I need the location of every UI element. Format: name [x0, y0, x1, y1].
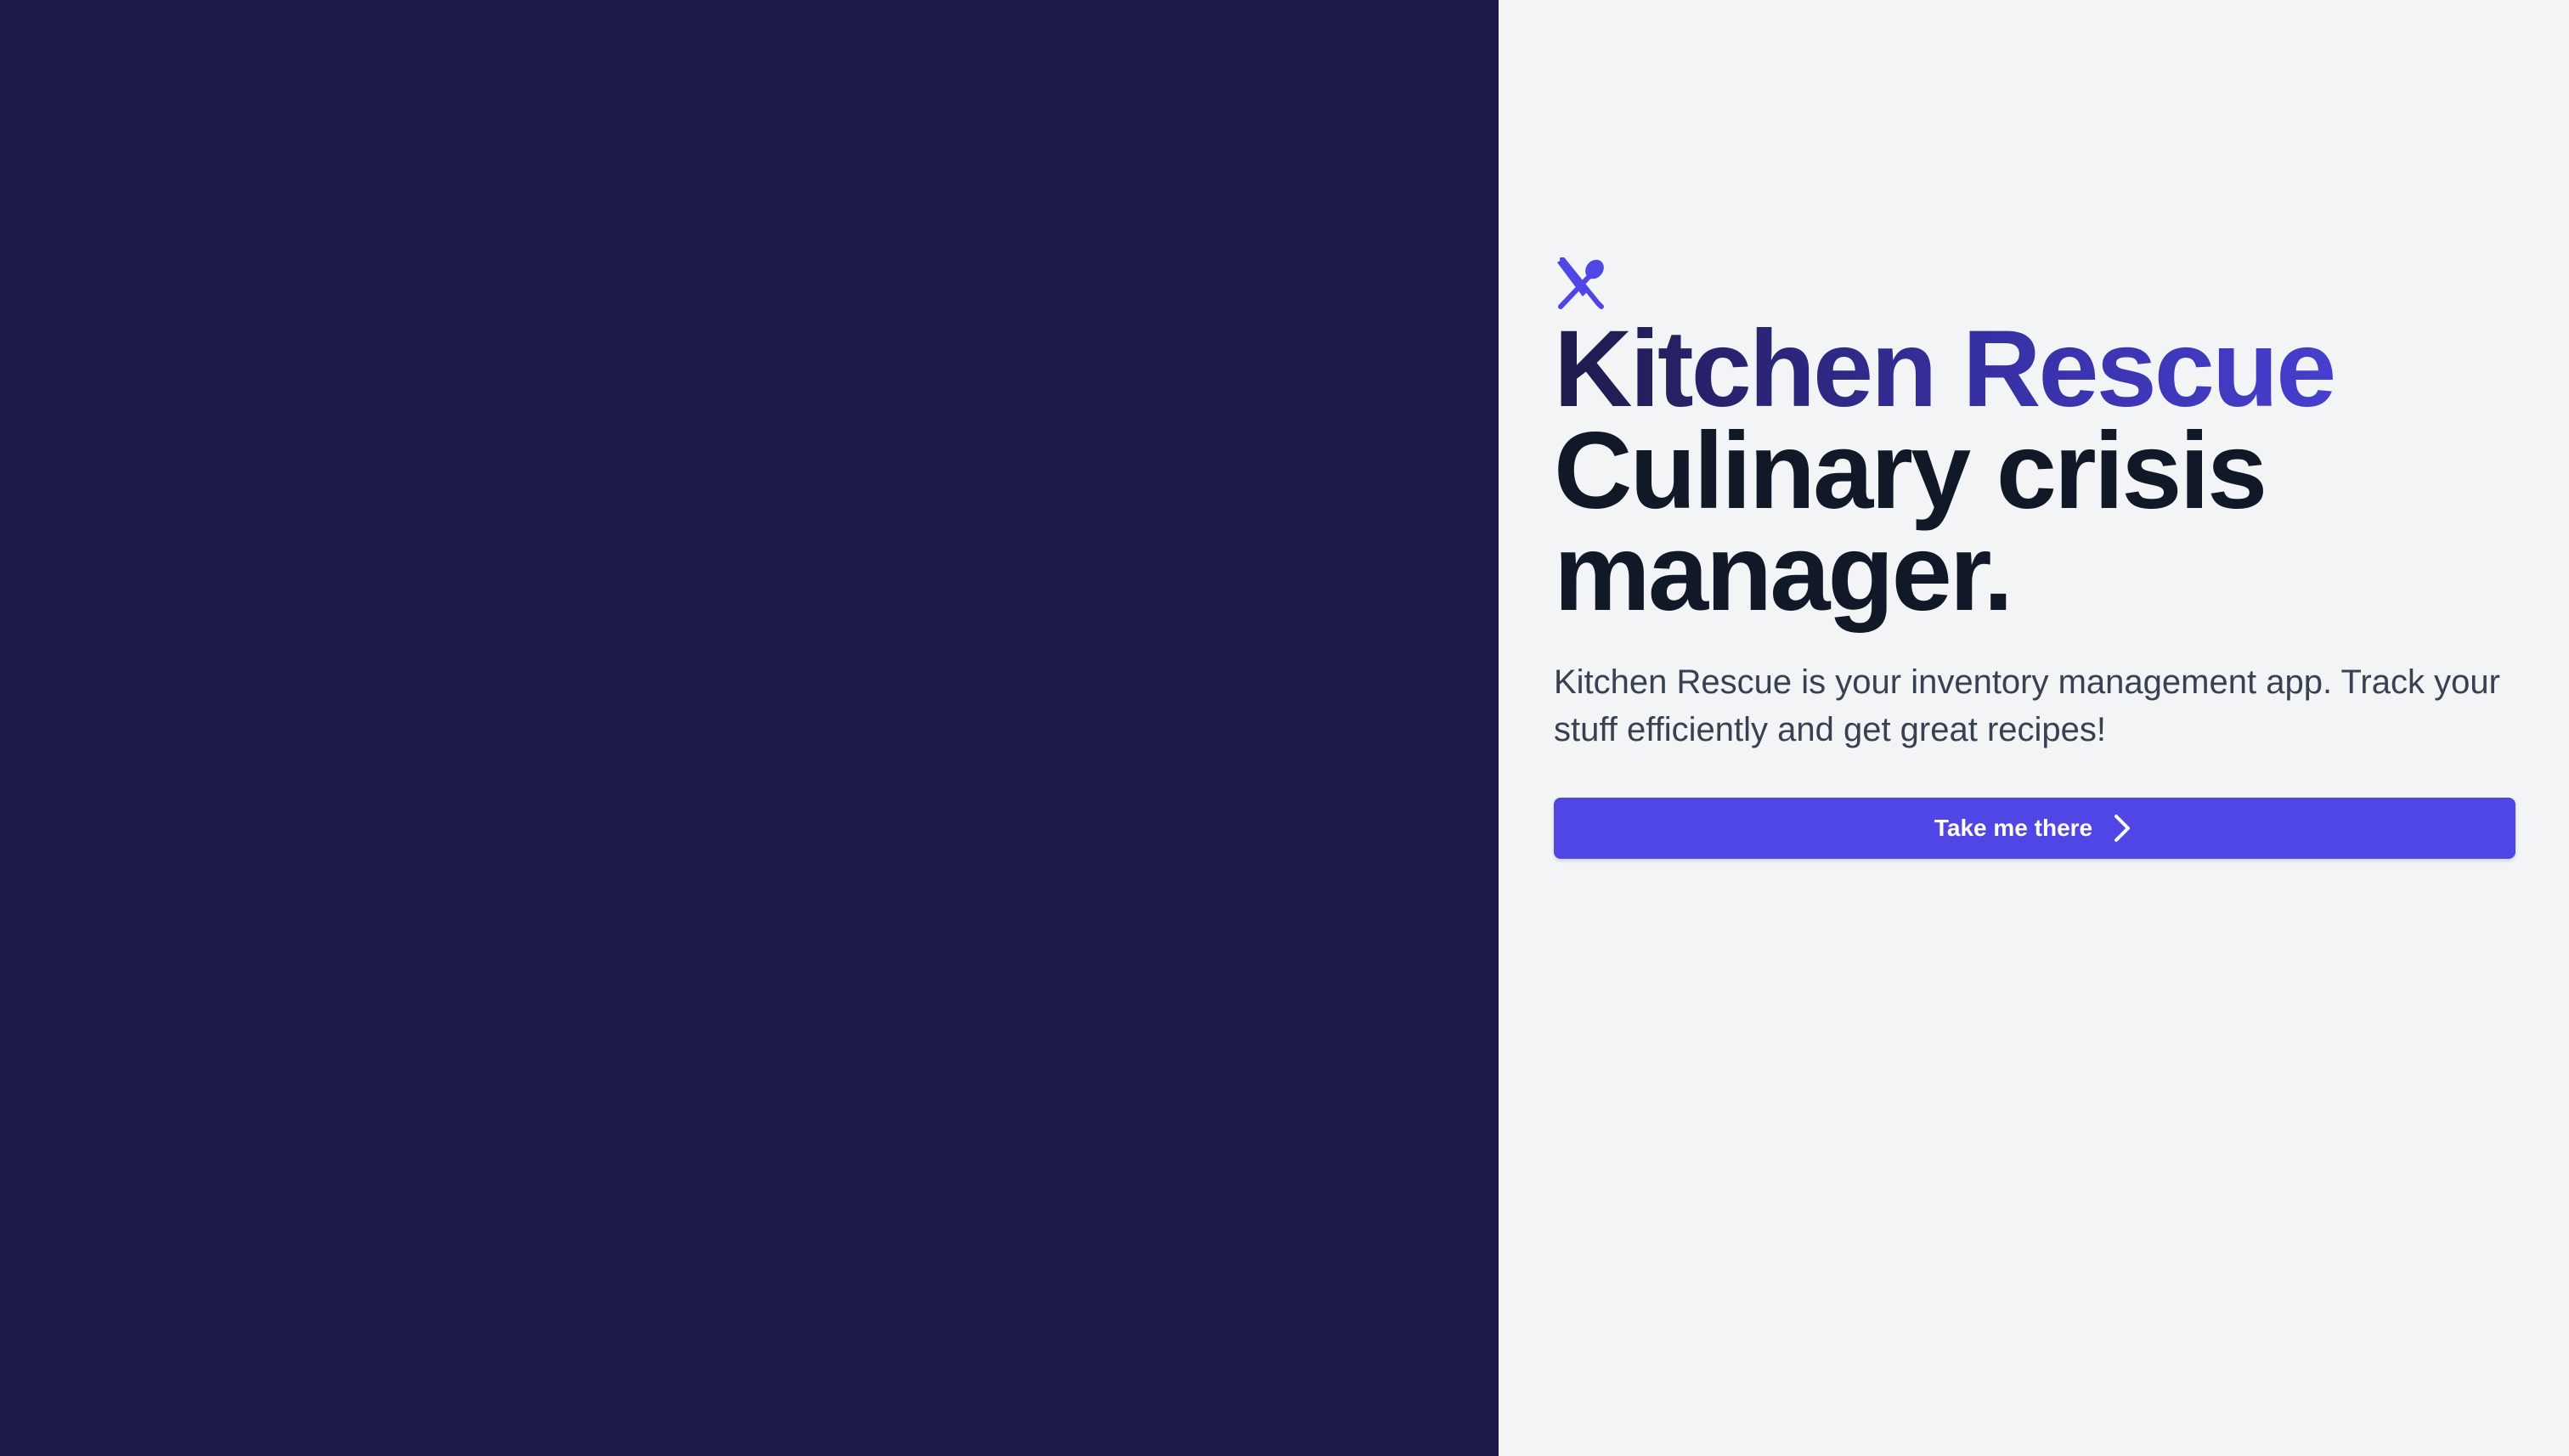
hero-headline: Kitchen Rescue Culinary crisis manager. [1554, 315, 2515, 634]
chevron-right-icon [2109, 813, 2135, 844]
utensils-crossed-icon [1554, 257, 1606, 310]
hero-content: Kitchen Rescue Culinary crisis manager. … [1554, 257, 2515, 859]
hero-content-panel: Kitchen Rescue Culinary crisis manager. … [1499, 0, 2569, 1456]
brand-name: Kitchen Rescue [1554, 315, 2515, 424]
page: Kitchen Rescue Culinary crisis manager. … [0, 0, 2569, 1456]
cta-label: Take me there [1934, 815, 2093, 841]
hero-tagline: Culinary crisis manager. [1554, 410, 2267, 634]
hero-description: Kitchen Rescue is your inventory managem… [1554, 663, 2500, 748]
take-me-there-button[interactable]: Take me there [1554, 798, 2515, 859]
hero-image-panel [0, 0, 1499, 1456]
